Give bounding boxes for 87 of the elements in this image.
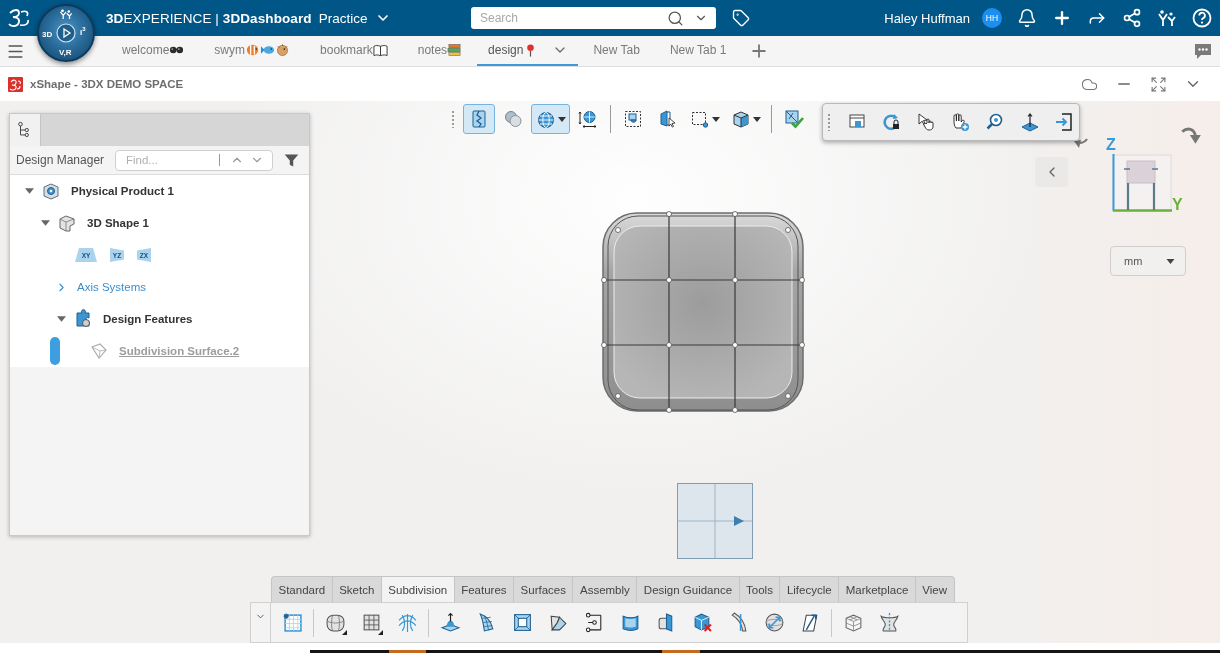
open-book-icon bbox=[372, 43, 388, 57]
striped-fish-icon bbox=[245, 43, 261, 57]
action-bar-tab[interactable]: Marketplace bbox=[838, 576, 916, 602]
tree-item[interactable]: 3D Shape 1 bbox=[87, 217, 149, 229]
plus-icon[interactable] bbox=[1052, 8, 1072, 28]
spheres-icon bbox=[503, 109, 523, 129]
cube-check-icon bbox=[784, 109, 804, 129]
dashboard-tab[interactable]: welcome bbox=[107, 36, 200, 66]
find-input[interactable]: Find... bbox=[116, 150, 213, 170]
round-fish-icon bbox=[275, 43, 291, 57]
books-icon bbox=[447, 43, 463, 57]
fullscreen-icon[interactable] bbox=[1150, 75, 1167, 93]
action-bar-tab[interactable]: Assembly bbox=[572, 576, 638, 602]
cube-icon bbox=[731, 109, 751, 129]
gear-cube-icon bbox=[41, 181, 61, 201]
tree-item[interactable]: Design Features bbox=[103, 313, 193, 325]
search-input[interactable]: Search bbox=[471, 7, 667, 29]
extrude-icon bbox=[439, 612, 461, 633]
symmetry-icon bbox=[878, 612, 900, 633]
dashboard-tab[interactable]: swym bbox=[199, 36, 306, 66]
square-frame-icon bbox=[511, 612, 533, 633]
view-cube[interactable] bbox=[1112, 154, 1172, 212]
hand-plus-icon bbox=[950, 112, 971, 132]
net-surface-icon bbox=[396, 612, 418, 633]
tag-icon[interactable] bbox=[732, 9, 750, 27]
search-field[interactable]: Search bbox=[471, 7, 716, 29]
dashboard-tab[interactable]: New Tab 1 bbox=[654, 36, 742, 66]
dashboard-tab[interactable]: bookmark bbox=[305, 36, 403, 66]
compass-quadrant[interactable]: i$^{3}$ bbox=[80, 29, 86, 37]
plane-arrow-icon bbox=[1019, 112, 1040, 132]
compass-quadrant[interactable]: 3D bbox=[42, 31, 53, 39]
puzzle-icon bbox=[73, 309, 93, 329]
tree-item[interactable]: Axis Systems bbox=[77, 281, 146, 293]
dashed-select-icon bbox=[690, 109, 710, 129]
globe-icon bbox=[536, 109, 556, 129]
action-bar-tab[interactable]: Design Guidance bbox=[636, 576, 740, 602]
rotate-lock-icon bbox=[881, 112, 902, 132]
figures-icon bbox=[59, 9, 73, 19]
globe-measure-icon bbox=[578, 109, 598, 129]
fish-icon bbox=[260, 43, 276, 57]
action-bar-tab[interactable]: Standard bbox=[271, 576, 333, 602]
action-bar-tab[interactable]: Tools bbox=[738, 576, 781, 602]
axis-label: Z bbox=[1106, 137, 1116, 153]
bell-icon[interactable] bbox=[1017, 8, 1037, 28]
action-bar-tab[interactable]: Features bbox=[453, 576, 515, 602]
app-title: xShape - 3DX DEMO SPACE bbox=[30, 78, 184, 90]
action-bar-tab[interactable]: Sketch bbox=[331, 576, 382, 602]
action-bar-tab[interactable]: Lifecycle bbox=[779, 576, 840, 602]
action-bar-tab[interactable]: View bbox=[914, 576, 955, 602]
user-name[interactable]: Haley Huffman bbox=[884, 10, 970, 26]
tree-item[interactable]: Physical Product 1 bbox=[71, 185, 174, 197]
block-shape-icon bbox=[57, 213, 77, 233]
exit-icon bbox=[1054, 112, 1075, 132]
cursor-hand-icon bbox=[915, 112, 936, 132]
dashboard-tab[interactable]: notes bbox=[402, 36, 478, 66]
network-icon[interactable] bbox=[1122, 8, 1142, 28]
play-icon[interactable] bbox=[56, 23, 76, 43]
box-select-icon bbox=[623, 109, 643, 129]
chat-icon bbox=[1194, 42, 1212, 60]
app-logo-icon bbox=[8, 76, 23, 92]
grid-star-icon bbox=[281, 612, 303, 633]
find-field[interactable]: Find... bbox=[115, 149, 273, 171]
wireframe-icon bbox=[89, 341, 109, 361]
brand-logo-icon bbox=[8, 8, 30, 28]
action-bar-tab[interactable]: Subdivision bbox=[380, 576, 455, 602]
dashboard-tab[interactable]: New Tab bbox=[578, 36, 655, 66]
panel-title: Design Manager bbox=[16, 153, 106, 167]
rotate-arrow-icon[interactable] bbox=[1073, 138, 1089, 149]
compass-quadrant[interactable]: V,R bbox=[59, 49, 72, 57]
platform-title: 3DEXPERIENCE | 3DDashboard bbox=[106, 10, 312, 26]
panel-tab[interactable] bbox=[10, 114, 41, 146]
space-selector[interactable]: Practice bbox=[318, 10, 392, 26]
subdivision-model[interactable] bbox=[600, 210, 806, 414]
view-tool-button[interactable] bbox=[531, 104, 570, 134]
panel-cursor-icon bbox=[657, 109, 677, 129]
rounded-cube-icon bbox=[324, 612, 346, 633]
bent-plane-icon bbox=[547, 612, 569, 633]
caret-icon bbox=[1166, 258, 1175, 264]
axis-label: Y bbox=[1172, 197, 1183, 213]
section-cut-icon bbox=[469, 109, 489, 129]
units-dropdown[interactable]: mm bbox=[1110, 246, 1186, 276]
search-icon[interactable] bbox=[667, 9, 684, 27]
action-bar-tab[interactable]: Surfaces bbox=[513, 576, 574, 602]
grip-icon[interactable] bbox=[827, 113, 831, 131]
figures-icon[interactable] bbox=[1157, 8, 1177, 28]
grip-icon[interactable] bbox=[451, 110, 455, 128]
help-icon[interactable] bbox=[1192, 8, 1212, 28]
